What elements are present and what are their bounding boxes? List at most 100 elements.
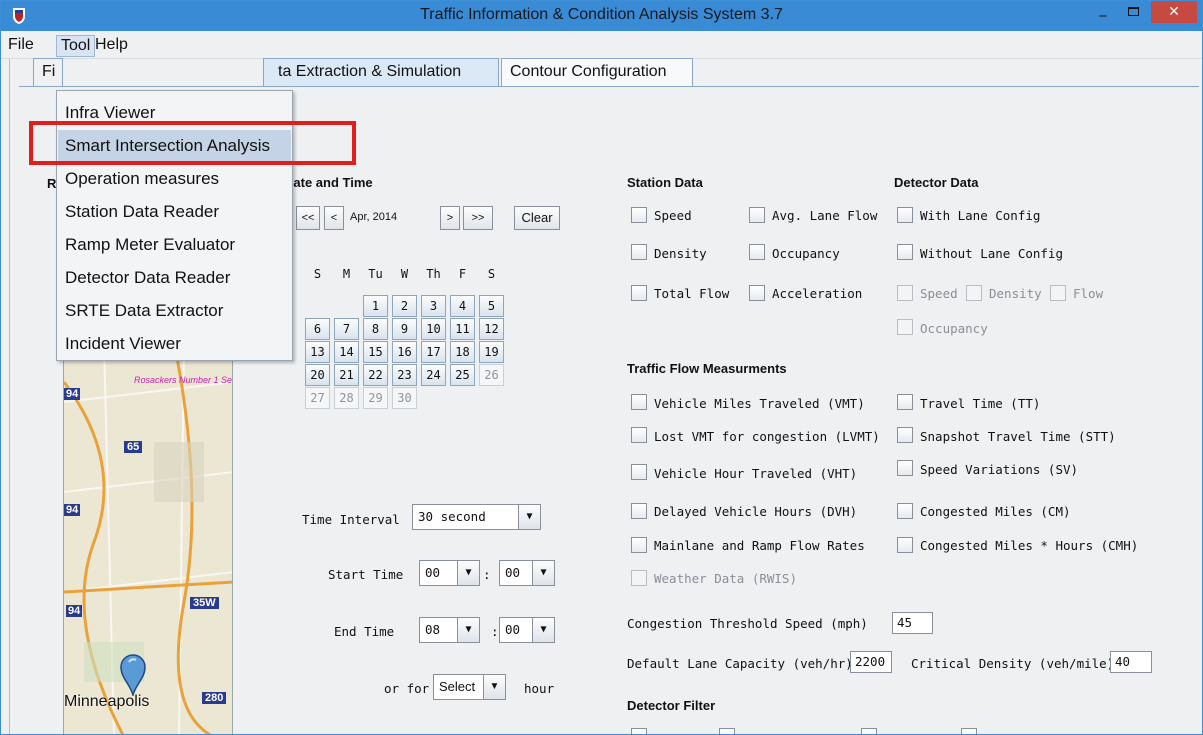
filter-checkbox-3[interactable] [861, 728, 877, 734]
start-colon: : [483, 567, 491, 582]
calendar-day[interactable]: 11 [450, 318, 475, 340]
congestion-threshold-input[interactable]: 45 [892, 612, 933, 634]
tab-data-extraction[interactable]: ta Extraction & Simulation [263, 58, 499, 86]
det-density-checkbox[interactable] [966, 285, 982, 301]
minimize-button[interactable]: _ [1091, 1, 1115, 20]
ramp-flow-checkbox[interactable] [631, 537, 647, 553]
menu-item-detector-data-reader[interactable]: Detector Data Reader [58, 262, 291, 294]
tt-label: Travel Time (TT) [920, 396, 1041, 411]
calendar-day[interactable]: 8 [363, 318, 388, 340]
calendar-day[interactable]: 30 [392, 387, 417, 409]
calendar-day[interactable]: 9 [392, 318, 417, 340]
calendar-day[interactable]: 10 [421, 318, 446, 340]
time-interval-select[interactable]: 30 second ▼ [412, 504, 541, 530]
calendar-day[interactable]: 4 [450, 295, 475, 317]
lvmt-checkbox[interactable] [631, 427, 647, 443]
day-of-week-label: F [458, 267, 467, 281]
map-view[interactable]: Rosackers Number 1 Seapla 65 35W 94 280 … [63, 341, 233, 734]
calendar-day[interactable]: 28 [334, 387, 359, 409]
close-button[interactable]: ✕ [1151, 1, 1197, 23]
end-hour-select[interactable]: 08 ▼ [419, 617, 480, 643]
menu-item-incident-viewer[interactable]: Incident Viewer [58, 328, 291, 360]
cal-last-button[interactable]: >> [463, 206, 493, 230]
day-of-week-label: S [487, 267, 496, 281]
calendar-day[interactable]: 12 [479, 318, 504, 340]
calendar-day[interactable]: 7 [334, 318, 359, 340]
calendar-day[interactable]: 3 [421, 295, 446, 317]
cm-checkbox[interactable] [897, 503, 913, 519]
vht-checkbox[interactable] [631, 464, 647, 480]
total-flow-checkbox[interactable] [631, 285, 647, 301]
rwis-checkbox[interactable] [631, 570, 647, 586]
hour-count-select[interactable]: Select ▼ [433, 674, 506, 700]
occupancy-checkbox[interactable] [749, 244, 765, 260]
menu-tool[interactable]: Tool [56, 35, 96, 57]
avg-lane-flow-checkbox[interactable] [749, 207, 765, 223]
density-checkbox[interactable] [631, 244, 647, 260]
calendar-day[interactable]: 27 [305, 387, 330, 409]
menu-item-ramp-meter-evaluator[interactable]: Ramp Meter Evaluator [58, 229, 291, 261]
map-pin-icon[interactable] [120, 654, 146, 696]
dvh-checkbox[interactable] [631, 503, 647, 519]
cmh-label: Congested Miles * Hours (CMH) [920, 538, 1139, 553]
with-lane-config-checkbox[interactable] [897, 207, 913, 223]
start-minute-select[interactable]: 00 ▼ [499, 560, 555, 586]
vmt-checkbox[interactable] [631, 394, 647, 410]
calendar-day[interactable]: 14 [334, 341, 359, 363]
calendar-day[interactable]: 18 [450, 341, 475, 363]
start-hour-select[interactable]: 00 ▼ [419, 560, 480, 586]
speed-checkbox[interactable] [631, 207, 647, 223]
acceleration-checkbox[interactable] [749, 285, 765, 301]
menu-item-station-data-reader[interactable]: Station Data Reader [58, 196, 291, 228]
calendar-day[interactable]: 29 [363, 387, 388, 409]
title-bar[interactable]: Traffic Information & Condition Analysis… [1, 1, 1202, 31]
calendar-day[interactable]: 17 [421, 341, 446, 363]
calendar-day[interactable]: 22 [363, 364, 388, 386]
det-flow-checkbox[interactable] [1050, 285, 1066, 301]
calendar-day[interactable]: 26 [479, 364, 504, 386]
tt-checkbox[interactable] [897, 394, 913, 410]
calendar-day[interactable]: 2 [392, 295, 417, 317]
tab-contour-configuration[interactable]: Contour Configuration [501, 58, 693, 86]
cal-first-button[interactable]: << [296, 206, 320, 230]
day-of-week-label: M [342, 267, 351, 281]
sv-checkbox[interactable] [897, 460, 913, 476]
det-speed-checkbox[interactable] [897, 285, 913, 301]
cal-clear-button[interactable]: Clear [514, 206, 560, 230]
cal-prev-button[interactable]: < [324, 206, 344, 230]
calendar-day[interactable]: 25 [450, 364, 475, 386]
calendar-day[interactable]: 13 [305, 341, 330, 363]
calendar-day[interactable]: 16 [392, 341, 417, 363]
calendar-day[interactable]: 20 [305, 364, 330, 386]
lane-capacity-input[interactable]: 2200 [850, 651, 892, 673]
maximize-button[interactable] [1121, 5, 1145, 27]
map-canvas [64, 342, 232, 734]
critical-density-input[interactable]: 40 [1110, 651, 1152, 673]
calendar-day[interactable]: 21 [334, 364, 359, 386]
calendar-day[interactable]: 23 [392, 364, 417, 386]
ramp-flow-label: Mainlane and Ramp Flow Rates [654, 538, 865, 553]
end-minute-select[interactable]: 00 ▼ [499, 617, 555, 643]
menu-help[interactable]: Help [91, 35, 132, 57]
calendar-day[interactable]: 15 [363, 341, 388, 363]
calendar-day[interactable]: 24 [421, 364, 446, 386]
menu-item-srte-data-extractor[interactable]: SRTE Data Extractor [58, 295, 291, 327]
cmh-checkbox[interactable] [897, 537, 913, 553]
calendar-day[interactable]: 19 [479, 341, 504, 363]
calendar-day[interactable]: 6 [305, 318, 330, 340]
calendar-day[interactable]: 1 [363, 295, 388, 317]
chevron-down-icon: ▼ [518, 505, 540, 529]
filter-checkbox-1[interactable] [631, 728, 647, 734]
det-occupancy-checkbox[interactable] [897, 319, 913, 335]
cal-next-button[interactable]: > [440, 206, 460, 230]
menu-item-operation-measures[interactable]: Operation measures [58, 163, 291, 195]
stt-checkbox[interactable] [897, 427, 913, 443]
filter-checkbox-2[interactable] [719, 728, 735, 734]
cal-month-label: Apr, 2014 [350, 211, 398, 223]
tab-first[interactable]: Fi [33, 58, 63, 86]
calendar-day[interactable]: 5 [479, 295, 504, 317]
without-lane-config-checkbox[interactable] [897, 244, 913, 260]
menu-file[interactable]: File [4, 35, 38, 57]
critical-density-label: Critical Density (veh/mile) [911, 656, 1115, 671]
filter-checkbox-4[interactable] [961, 728, 977, 734]
